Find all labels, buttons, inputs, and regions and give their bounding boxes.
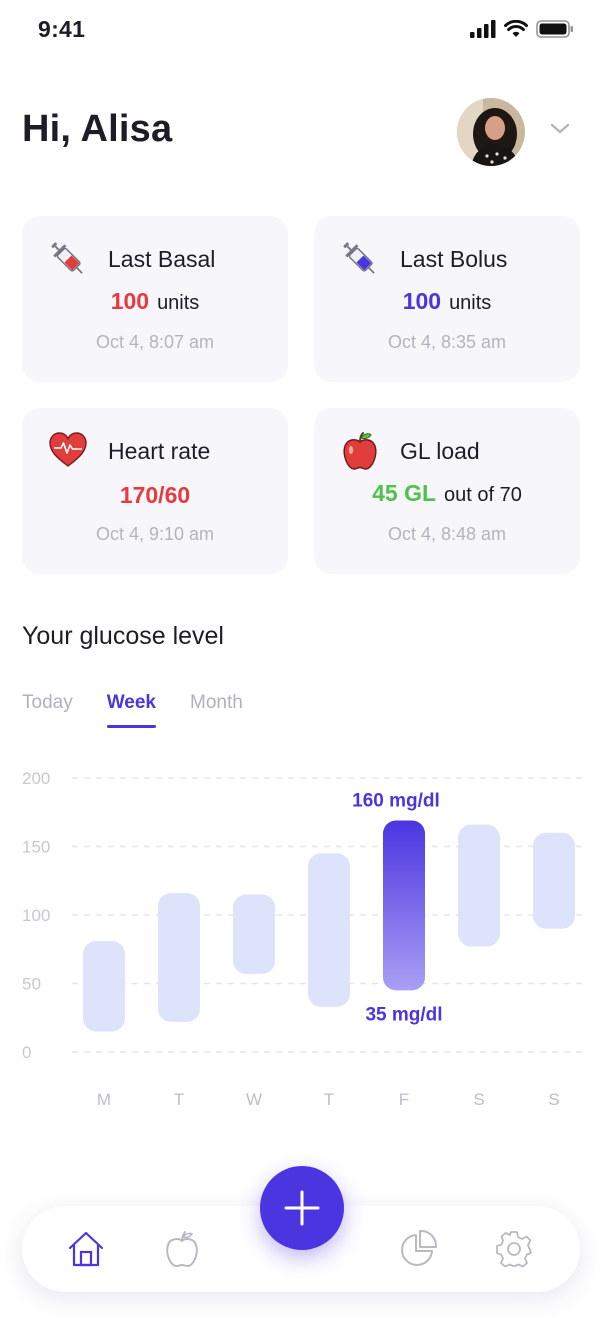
data-label-low: 35 mg/dl (365, 1004, 442, 1025)
tab-today[interactable]: Today (22, 692, 73, 714)
gl-suffix: out of 70 (444, 484, 522, 506)
basal-unit: units (157, 292, 200, 314)
card-timestamp: Oct 4, 8:48 am (387, 524, 507, 544)
card-value-row: 100 units (314, 288, 580, 315)
data-label-high: 160 mg/dl (352, 790, 440, 811)
heart-icon (49, 432, 87, 467)
card-gl-load[interactable]: GL load 45 GL out of 70 Oct 4, 8:48 am (314, 408, 580, 574)
card-value-row: 100 units (22, 288, 288, 315)
bar[interactable] (233, 894, 275, 974)
battery-icon (536, 20, 573, 38)
x-tick-label: S (473, 1090, 484, 1109)
wifi-icon (504, 20, 528, 37)
x-tick-label: T (324, 1090, 334, 1109)
status-bar: 9:41 (0, 0, 602, 62)
apple-icon (166, 1231, 198, 1268)
card-value-row: 45 GL out of 70 (314, 480, 580, 507)
bar[interactable] (458, 824, 500, 947)
y-tick-label: 0 (22, 1043, 31, 1062)
bolus-value: 100 (402, 288, 442, 314)
pie-chart-icon (401, 1229, 438, 1266)
card-last-bolus[interactable]: Last Bolus 100 units Oct 4, 8:35 am (314, 216, 580, 382)
gl-value: 45 GL (372, 480, 437, 506)
plus-icon (284, 1190, 320, 1226)
status-icons (470, 20, 574, 38)
bolus-unit: units (449, 292, 492, 314)
bar-highlight[interactable] (383, 820, 425, 991)
x-tick-label: T (174, 1090, 184, 1109)
card-title: Last Bolus (400, 246, 508, 272)
card-title: Last Basal (108, 246, 216, 272)
y-tick-label: 200 (22, 769, 50, 788)
y-tick-label: 50 (22, 975, 41, 994)
nav-settings[interactable] (494, 1228, 534, 1270)
y-tick-label: 100 (22, 906, 50, 925)
x-tick-label: W (246, 1090, 262, 1109)
syringe-blue-icon (343, 242, 375, 274)
greeting: Hi, Alisa (22, 108, 173, 150)
apple-icon (343, 432, 377, 470)
card-timestamp: Oct 4, 8:35 am (387, 332, 507, 352)
status-time: 9:41 (38, 16, 86, 42)
section-title: Your glucose level (22, 622, 224, 650)
card-heart-rate[interactable]: Heart rate 170/60 Oct 4, 9:10 am (22, 408, 288, 574)
card-last-basal[interactable]: Last Basal 100 units Oct 4, 8:07 am (22, 216, 288, 382)
bar[interactable] (533, 832, 575, 929)
add-button[interactable] (260, 1166, 344, 1250)
syringe-red-icon (51, 242, 83, 274)
basal-value: 100 (110, 288, 150, 314)
period-tabs: Today Week Month (22, 692, 277, 728)
x-tick-label: F (399, 1090, 409, 1109)
x-tick-label: S (548, 1090, 559, 1109)
home-icon (68, 1231, 104, 1267)
card-title: Heart rate (108, 438, 211, 464)
signal-icon (470, 20, 496, 38)
bar[interactable] (308, 853, 350, 1007)
nav-stats[interactable] (398, 1228, 438, 1270)
card-value-row: 170/60 (22, 482, 288, 509)
gear-icon (496, 1231, 532, 1268)
card-timestamp: Oct 4, 8:07 am (95, 332, 215, 352)
nav-food[interactable] (162, 1228, 202, 1270)
tab-week[interactable]: Week (106, 692, 157, 728)
heart-value: 170/60 (119, 482, 191, 508)
chevron-down-icon[interactable] (549, 122, 571, 136)
nav-home[interactable] (66, 1228, 106, 1270)
tab-month[interactable]: Month (190, 692, 243, 714)
y-tick-label: 150 (22, 838, 50, 857)
card-title: GL load (400, 438, 480, 464)
avatar[interactable] (457, 98, 525, 166)
glucose-chart: 200 150 100 50 0 M T W T F 160 mg/dl 35 mg/dl S S (22, 769, 582, 1109)
card-timestamp: Oct 4, 9:10 am (95, 524, 215, 544)
bar[interactable] (158, 893, 200, 1022)
x-tick-label: M (97, 1090, 111, 1109)
bar[interactable] (83, 941, 125, 1032)
